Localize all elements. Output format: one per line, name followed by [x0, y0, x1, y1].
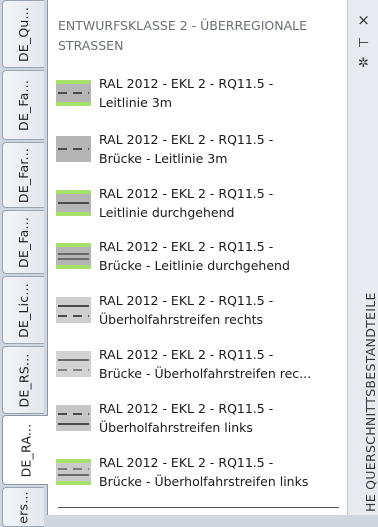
- palette-item[interactable]: RAL 2012 - EKL 2 - RQ11.5 - Brücke - Lei…: [56, 130, 338, 180]
- tab-de-lic[interactable]: DE_Lic...: [2, 276, 44, 344]
- palette-item[interactable]: RAL 2012 - EKL 2 - RQ11.5 - Brücke - Lei…: [56, 237, 338, 287]
- tab-de-fa-2[interactable]: DE_Fa...: [2, 210, 44, 274]
- bridge-dashed-lane-icon: [56, 136, 91, 162]
- tool-palette-panel: ENTWURFSKLASSE 2 - ÜBERREGIONALE STRASSE…: [47, 0, 347, 515]
- solid-lane-icon: [56, 190, 91, 216]
- tab-de-qu[interactable]: DE_Qu...: [2, 0, 44, 68]
- tab-label: DE_Fa...: [16, 216, 31, 268]
- tab-de-rs[interactable]: DE_RS...: [2, 346, 44, 414]
- palette-item[interactable]: RAL 2012 - EKL 2 - RQ11.5 - Überholfahrs…: [56, 399, 338, 449]
- palette-item-label: RAL 2012 - EKL 2 - RQ11.5 - Brücke - Übe…: [99, 347, 312, 381]
- palette-item-label: RAL 2012 - EKL 2 - RQ11.5 - Leitlinie 3m: [99, 76, 274, 110]
- palette-item[interactable]: RAL 2012 - EKL 2 - RQ11.5 - Leitlinie 3m: [56, 74, 338, 124]
- tab-label: DE_Qu...: [16, 6, 31, 62]
- bridge-solid-lane-icon: [56, 243, 91, 269]
- tab-label: DE_RS...: [16, 353, 32, 407]
- palette-title-bar: × ⊢ ✲ HE QUERSCHNITTSBESTANDTEILE: [347, 0, 378, 515]
- divider: [58, 507, 339, 508]
- palette-item[interactable]: RAL 2012 - EKL 2 - RQ11.5 - Brücke - Übe…: [56, 345, 338, 395]
- palette-item[interactable]: RAL 2012 - EKL 2 - RQ11.5 - Leitlinie du…: [56, 184, 338, 234]
- palette-item[interactable]: RAL 2012 - EKL 2 - RQ11.5 - Überholfahrs…: [56, 291, 338, 341]
- group-title: ENTWURFSKLASSE 2 - ÜBERREGIONALE STRASSE…: [58, 18, 307, 53]
- palette-title: HE QUERSCHNITTSBESTANDTEILE: [363, 292, 378, 512]
- auto-hide-icon[interactable]: ⊢: [348, 36, 378, 52]
- tab-de-far[interactable]: DE_Far...: [2, 142, 44, 208]
- bridge-overtaking-right-icon: [56, 351, 91, 377]
- tab-label: DE_Lic...: [16, 282, 31, 338]
- dashed-lane-icon: [56, 80, 91, 106]
- tab-label: DE_Far...: [16, 147, 31, 203]
- tab-label: DE_RA...: [18, 423, 33, 477]
- tab-ers[interactable]: ers...: [2, 487, 44, 527]
- palette-item[interactable]: RAL 2012 - EKL 2 - RQ11.5 - Brücke - Übe…: [56, 453, 338, 503]
- palette-item-label: RAL 2012 - EKL 2 - RQ11.5 - Brücke - Lei…: [99, 132, 274, 166]
- tab-label: ers...: [16, 490, 31, 524]
- palette-item-label: RAL 2012 - EKL 2 - RQ11.5 - Überholfahrs…: [99, 401, 274, 435]
- palette-tab-strip: DE_Qu... DE_Fa... DE_Far... DE_Fa... DE_…: [0, 0, 48, 527]
- settings-icon[interactable]: ✲: [348, 56, 378, 72]
- palette-item-label: RAL 2012 - EKL 2 - RQ11.5 - Brücke - Übe…: [99, 455, 309, 489]
- overtaking-right-icon: [56, 297, 91, 323]
- close-icon[interactable]: ×: [348, 12, 378, 28]
- tab-de-ra[interactable]: DE_RA...: [2, 415, 48, 485]
- tab-label: DE_Fa...: [16, 79, 31, 131]
- palette-item-label: RAL 2012 - EKL 2 - RQ11.5 - Leitlinie du…: [99, 186, 274, 220]
- overtaking-left-icon: [56, 405, 91, 431]
- palette-item-label: RAL 2012 - EKL 2 - RQ11.5 - Brücke - Lei…: [99, 239, 290, 273]
- palette-item-label: RAL 2012 - EKL 2 - RQ11.5 - Überholfahrs…: [99, 293, 274, 327]
- tab-de-fa-1[interactable]: DE_Fa...: [2, 70, 44, 140]
- bridge-overtaking-left-icon: [56, 459, 91, 485]
